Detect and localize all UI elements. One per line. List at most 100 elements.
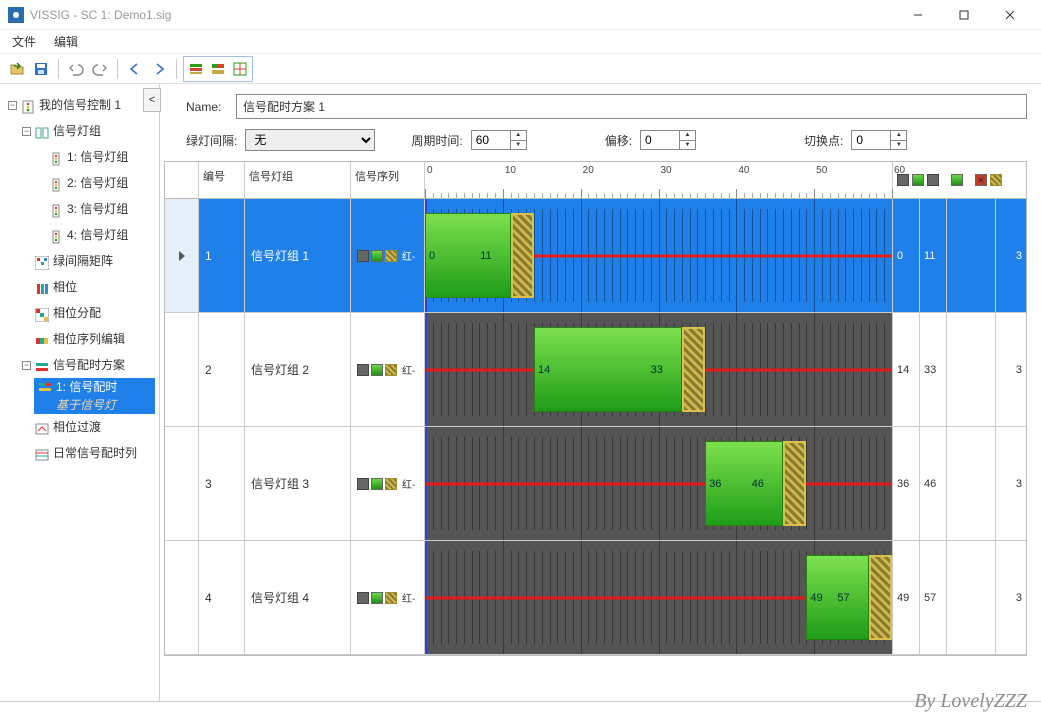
green-phase-bar[interactable]: 011	[425, 213, 511, 298]
cell-group: 信号灯组 4	[245, 541, 351, 654]
tree-sg-item-label: 2: 信号灯组	[67, 171, 128, 195]
tree-phase-alloc-label: 相位分配	[53, 301, 101, 325]
stat-amber: 3	[996, 313, 1026, 426]
offset-input[interactable]	[640, 130, 680, 150]
minimize-button[interactable]	[895, 0, 941, 30]
timeline-canvas[interactable]: 1433	[425, 313, 892, 426]
green-phase-bar[interactable]: 1433	[534, 327, 682, 412]
tree-daily-label: 日常信号配时列	[53, 441, 137, 465]
cycle-input[interactable]	[471, 130, 511, 150]
cycle-spinner[interactable]: ▲▼	[511, 130, 527, 150]
cell-seq: 红-	[351, 427, 425, 540]
collapse-icon[interactable]: −	[8, 101, 17, 110]
green-phase-bar[interactable]: 49 57	[806, 555, 868, 640]
stat-start: 36	[893, 427, 920, 540]
timeline-canvas[interactable]: 49 57	[425, 541, 892, 654]
stat-start: 49	[893, 541, 920, 654]
view-ring-button[interactable]	[207, 58, 229, 80]
green-interval-label: 绿灯间隔:	[186, 132, 237, 149]
tree-phase-seq-edit[interactable]: 相位序列编辑	[20, 326, 155, 352]
view-table-button[interactable]	[229, 58, 251, 80]
tree-sg-item[interactable]: 2: 信号灯组	[34, 170, 155, 196]
nav-tree[interactable]: − 我的信号控制 1 − 信号灯组 1: 信号灯组2: 信号灯组3: 信号灯组4…	[0, 84, 159, 701]
toolbar	[0, 54, 1041, 84]
seq-red-icon	[357, 592, 369, 604]
green-end-label: 57	[837, 592, 849, 604]
tree-phase-alloc[interactable]: 相位分配	[20, 300, 155, 326]
tree-sg-item[interactable]: 4: 信号灯组	[34, 222, 155, 248]
row-stats: 0113	[892, 199, 1026, 312]
green-start-label: 0	[429, 250, 435, 262]
timeline-row[interactable]: 4信号灯组 4红-495749573	[165, 541, 1026, 655]
amber-phase-bar[interactable]	[511, 213, 534, 298]
tree-timing-plans[interactable]: − 信号配时方案	[20, 352, 155, 378]
prev-button[interactable]	[124, 58, 146, 80]
tree-timing-plan-1[interactable]: 1: 信号配时 基于信号灯	[34, 378, 155, 414]
tree-sg-item[interactable]: 3: 信号灯组	[34, 196, 155, 222]
tree-signal-groups[interactable]: − 信号灯组	[20, 118, 155, 144]
view-toggle-group	[183, 56, 253, 82]
switch-label: 切换点:	[804, 132, 843, 149]
tree-sg-item-label: 1: 信号灯组	[67, 145, 128, 169]
timeline-canvas[interactable]: 011	[425, 199, 892, 312]
time-axis: 0102030405060	[425, 162, 892, 198]
col-num: 编号	[199, 162, 245, 198]
next-button[interactable]	[148, 58, 170, 80]
amber-phase-bar[interactable]	[783, 441, 806, 526]
stat-end: 46	[920, 427, 947, 540]
cell-num: 4	[199, 541, 245, 654]
menu-bar: 文件 编辑	[0, 30, 1041, 54]
offset-spinner[interactable]: ▲▼	[680, 130, 696, 150]
switch-input[interactable]	[851, 130, 891, 150]
signal-icon	[49, 202, 63, 216]
tree-phase[interactable]: 相位	[20, 274, 155, 300]
save-button[interactable]	[30, 58, 52, 80]
timeline-row[interactable]: 2信号灯组 2红-143314333	[165, 313, 1026, 427]
green-start-label: 49	[810, 592, 822, 604]
green-interval-select[interactable]: 无	[245, 129, 375, 151]
tree-phase-trans[interactable]: 相位过渡	[20, 414, 155, 440]
tree-sg-item[interactable]: 1: 信号灯组	[34, 144, 155, 170]
redo-button[interactable]	[89, 58, 111, 80]
stat-blank	[947, 313, 996, 426]
tree-daily[interactable]: 日常信号配时列	[20, 440, 155, 466]
tree-intergreen-label: 绿间隔矩阵	[53, 249, 113, 273]
collapse-icon[interactable]: −	[22, 127, 31, 136]
amber-phase-bar[interactable]	[682, 327, 705, 412]
amber-phase-bar[interactable]	[869, 555, 892, 640]
stat-blank	[947, 199, 996, 312]
status-bar	[0, 701, 1041, 721]
collapse-icon[interactable]: −	[22, 361, 31, 370]
timeline-canvas[interactable]: 3646	[425, 427, 892, 540]
row-selector[interactable]	[165, 427, 199, 540]
collapse-tree-button[interactable]: <	[143, 88, 161, 112]
tree-root[interactable]: − 我的信号控制 1	[6, 92, 155, 118]
stat-start: 0	[893, 199, 920, 312]
row-selector[interactable]	[165, 313, 199, 426]
tree-phase-seq-label: 相位序列编辑	[53, 327, 125, 351]
phase-trans-icon	[35, 420, 49, 434]
tree-intergreen[interactable]: 绿间隔矩阵	[20, 248, 155, 274]
view-gantt-button[interactable]	[185, 58, 207, 80]
open-button[interactable]	[6, 58, 28, 80]
controller-icon	[21, 98, 35, 112]
seq-amber-icon	[385, 478, 397, 490]
undo-button[interactable]	[65, 58, 87, 80]
menu-file[interactable]: 文件	[12, 33, 36, 50]
menu-edit[interactable]: 编辑	[54, 33, 78, 50]
watermark: By LovelyZZZ	[914, 690, 1027, 713]
seq-suffix: 红-	[402, 248, 415, 263]
name-field[interactable]: 信号配时方案 1	[236, 94, 1027, 119]
row-selector[interactable]	[165, 199, 199, 312]
maximize-button[interactable]	[941, 0, 987, 30]
timeline-row[interactable]: 1信号灯组 1红-0110113	[165, 199, 1026, 313]
tree-timing-plans-label: 信号配时方案	[53, 353, 125, 377]
seq-green-icon	[371, 478, 383, 490]
timeline-row[interactable]: 3信号灯组 3红-364636463	[165, 427, 1026, 541]
close-button[interactable]	[987, 0, 1033, 30]
switch-spinner[interactable]: ▲▼	[891, 130, 907, 150]
green-phase-bar[interactable]: 3646	[705, 441, 783, 526]
cell-group: 信号灯组 2	[245, 313, 351, 426]
row-selector[interactable]	[165, 541, 199, 654]
seq-amber-icon	[385, 592, 397, 604]
